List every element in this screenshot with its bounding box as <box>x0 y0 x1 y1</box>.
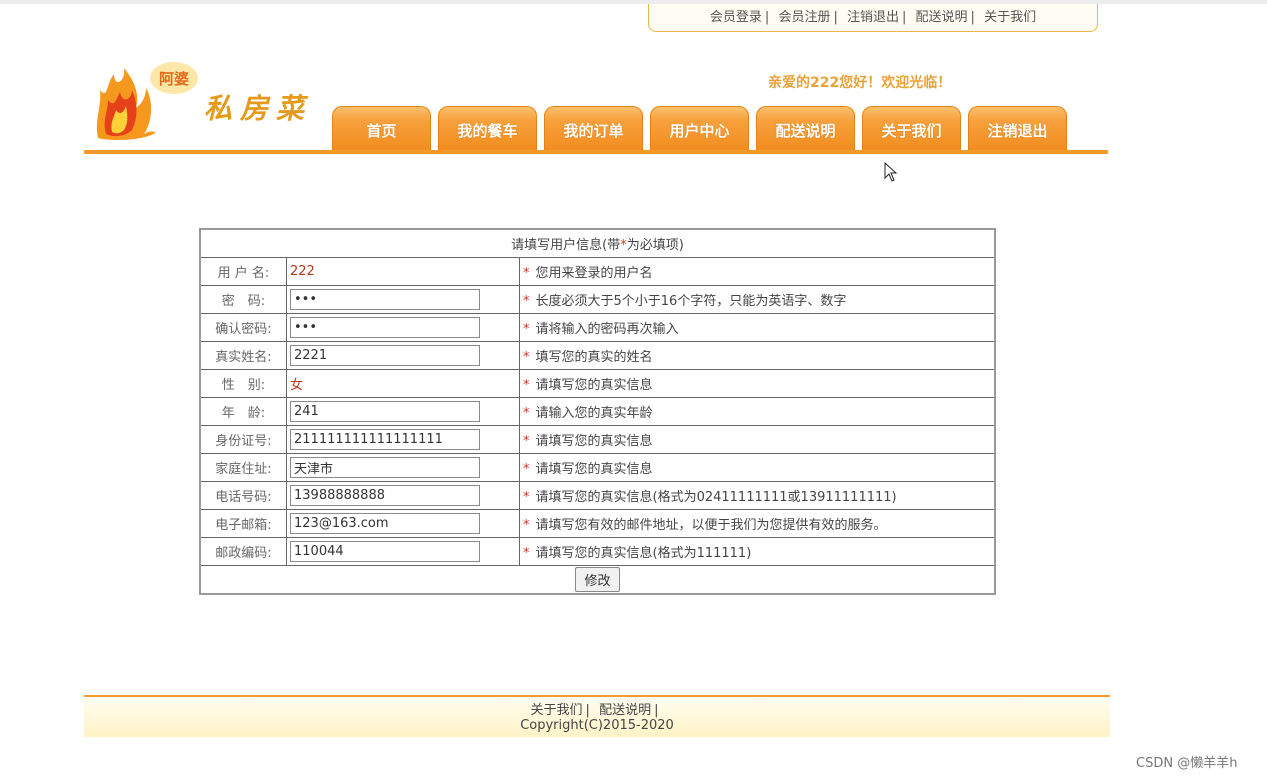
nav-tab-logout[interactable]: 注销退出 <box>968 106 1067 152</box>
phone-input[interactable] <box>290 485 480 506</box>
top-link-delivery[interactable]: 配送说明 <box>916 10 968 25</box>
required-star: * <box>523 406 530 421</box>
required-star: * <box>523 350 530 365</box>
gender-value: 女 <box>290 378 304 393</box>
field-label: 年 龄: <box>199 397 287 426</box>
required-star: * <box>523 378 530 393</box>
nav-underline <box>84 150 1108 154</box>
field-label: 性 别: <box>199 369 287 398</box>
logo-brand-text: 私房菜 <box>204 92 312 125</box>
field-hint: 填写您的真实的姓名 <box>535 350 653 365</box>
form-row-email: 电子邮箱: * 请填写您有效的邮件地址，以便于我们为您提供有效的服务。 <box>199 509 996 538</box>
nav-tab-orders[interactable]: 我的订单 <box>544 106 643 152</box>
modify-button[interactable]: 修改 <box>575 567 620 592</box>
required-star: * <box>523 546 530 561</box>
required-star: * <box>523 490 530 505</box>
footer-link-delivery[interactable]: 配送说明 <box>599 703 651 718</box>
field-label: 身份证号: <box>199 425 287 454</box>
field-label: 真实姓名: <box>199 341 287 370</box>
field-label: 家庭住址: <box>199 453 287 482</box>
user-info-form: 请填写用户信息(带*为必填项) 用 户 名: 222 * 您用来登录的用户名 密 … <box>199 228 996 595</box>
form-row-real-name: 真实姓名: * 填写您的真实的姓名 <box>199 341 996 370</box>
copyright-text: Copyright(C)2015-2020 <box>520 718 674 733</box>
password-input[interactable] <box>290 289 480 310</box>
field-label: 邮政编码: <box>199 537 287 566</box>
watermark: CSDN @懒羊羊h <box>1136 756 1238 771</box>
top-link-logout[interactable]: 注销退出 <box>847 10 899 25</box>
separator: | <box>833 10 838 25</box>
field-hint: 请将输入的密码再次输入 <box>535 322 679 337</box>
confirm-password-input[interactable] <box>290 317 480 338</box>
submit-row: 修改 <box>199 565 996 595</box>
field-hint: 请填写您的真实信息 <box>535 462 653 477</box>
required-star: * <box>523 462 530 477</box>
nav-tab-user-center[interactable]: 用户中心 <box>650 106 749 152</box>
mouse-cursor-icon <box>884 162 898 182</box>
form-row-postcode: 邮政编码: * 请填写您的真实信息(格式为111111) <box>199 537 996 566</box>
required-star: * <box>523 266 530 281</box>
field-hint: 请填写您的真实信息 <box>535 434 653 449</box>
separator: | <box>970 10 975 25</box>
real-name-input[interactable] <box>290 345 480 366</box>
footer-links: 关于我们 | 配送说明 | <box>84 697 1110 718</box>
required-star: * <box>523 518 530 533</box>
field-hint: 请输入您的真实年龄 <box>535 406 653 421</box>
form-row-id-number: 身份证号: * 请填写您的真实信息 <box>199 425 996 454</box>
field-label: 密 码: <box>199 285 287 314</box>
form-row-confirm-password: 确认密码: * 请将输入的密码再次输入 <box>199 313 996 342</box>
top-link-register[interactable]: 会员注册 <box>778 10 830 25</box>
separator: | <box>585 703 590 718</box>
form-title: 请填写用户信息(带*为必填项) <box>199 228 996 258</box>
top-link-about[interactable]: 关于我们 <box>984 10 1036 25</box>
field-hint: 您用来登录的用户名 <box>535 266 653 281</box>
form-title-suffix: 为必填项) <box>626 238 684 253</box>
form-row-age: 年 龄: * 请输入您的真实年龄 <box>199 397 996 426</box>
page-footer: 关于我们 | 配送说明 | Copyright(C)2015-2020 <box>84 697 1110 737</box>
form-row-gender: 性 别: 女 * 请填写您的真实信息 <box>199 369 996 398</box>
email-input[interactable] <box>290 513 480 534</box>
field-hint: 请填写您的真实信息(格式为02411111111或13911111111) <box>535 490 897 505</box>
form-row-username: 用 户 名: 222 * 您用来登录的用户名 <box>199 257 996 286</box>
welcome-message: 亲爱的222您好！欢迎光临！ <box>768 75 952 91</box>
nav-tab-about[interactable]: 关于我们 <box>862 106 961 152</box>
form-row-address: 家庭住址: * 请填写您的真实信息 <box>199 453 996 482</box>
form-row-phone: 电话号码: * 请填写您的真实信息(格式为02411111111或13911111… <box>199 481 996 510</box>
footer-link-about[interactable]: 关于我们 <box>531 703 583 718</box>
address-input[interactable] <box>290 457 480 478</box>
field-label: 电子邮箱: <box>199 509 287 538</box>
field-label: 电话号码: <box>199 481 287 510</box>
postcode-input[interactable] <box>290 541 480 562</box>
required-star: * <box>523 322 530 337</box>
id-number-input[interactable] <box>290 429 480 450</box>
field-hint: 请填写您有效的邮件地址，以便于我们为您提供有效的服务。 <box>535 518 887 533</box>
separator: | <box>764 10 770 25</box>
flame-logo-icon: 阿婆 私房菜 <box>96 62 312 140</box>
logo-badge-text: 阿婆 <box>159 70 189 88</box>
username-value: 222 <box>290 264 315 279</box>
nav-tab-delivery[interactable]: 配送说明 <box>756 106 855 152</box>
top-links-bar: 会员登录 | 会员注册 | 注销退出 | 配送说明 | 关于我们 <box>648 4 1098 32</box>
required-star: * <box>523 434 530 449</box>
field-label: 用 户 名: <box>199 257 287 286</box>
field-hint: 长度必须大于5个小于16个字符，只能为英语字、数字 <box>535 294 847 309</box>
field-hint: 请填写您的真实信息 <box>535 378 653 393</box>
nav-tab-home[interactable]: 首页 <box>332 106 431 152</box>
age-input[interactable] <box>290 401 480 422</box>
nav-tab-cart[interactable]: 我的餐车 <box>438 106 537 152</box>
separator: | <box>902 10 907 25</box>
separator: | <box>654 703 659 718</box>
field-hint: 请填写您的真实信息(格式为111111) <box>535 546 752 561</box>
form-row-password: 密 码: * 长度必须大于5个小于16个字符，只能为英语字、数字 <box>199 285 996 314</box>
form-title-prefix: 请填写用户信息(带 <box>511 238 621 253</box>
required-star: * <box>523 294 530 309</box>
site-logo[interactable]: 阿婆 私房菜 <box>92 60 322 145</box>
field-label: 确认密码: <box>199 313 287 342</box>
top-link-login[interactable]: 会员登录 <box>710 10 762 25</box>
